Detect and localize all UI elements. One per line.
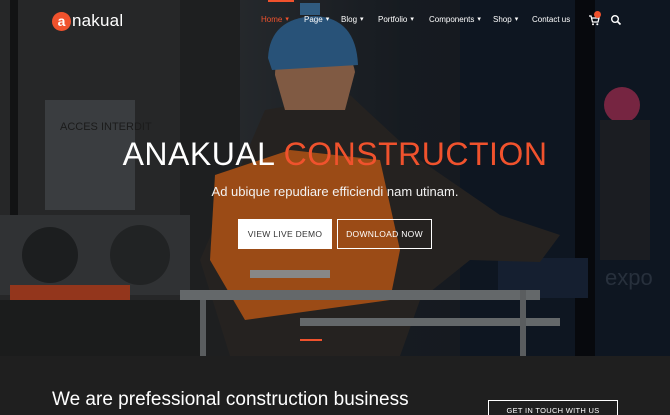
hero-section: ACCES INTERDIT expo a nakual Home ▾ Page…: [0, 0, 670, 356]
get-in-touch-button[interactable]: GET IN TOUCH WITH US: [488, 400, 618, 415]
nav-item-page[interactable]: Page ▾: [304, 15, 329, 24]
nav-item-portfolio[interactable]: Portfolio ▾: [378, 15, 414, 24]
promo-heading: We are prefessional construction busines…: [52, 389, 409, 410]
chevron-down-icon: ▾: [410, 16, 414, 23]
chevron-down-icon: ▾: [477, 16, 481, 23]
nav-item-label: Contact us: [532, 15, 571, 24]
chevron-down-icon: ▾: [285, 16, 289, 23]
nav-item-components[interactable]: Components ▾: [429, 15, 481, 24]
top-navigation: a nakual Home ▾ Page ▾ Blog ▾ Portfolio …: [0, 0, 670, 42]
nav-item-blog[interactable]: Blog ▾: [341, 15, 364, 24]
hero-subtitle: Ad ubique repudiare efficiendi nam utina…: [211, 184, 459, 199]
hero-title-accent: CONSTRUCTION: [283, 136, 548, 172]
nav-item-label: Components: [429, 15, 475, 24]
chevron-down-icon: ▾: [360, 16, 364, 23]
chevron-down-icon: ▾: [325, 16, 330, 23]
download-now-button[interactable]: DOWNLOAD NOW: [337, 219, 432, 249]
hero-title-main: ANAKUAL: [122, 136, 275, 172]
nav-item-label: Page: [304, 15, 323, 24]
cart-count-badge: [594, 11, 601, 18]
logo-text: nakual: [72, 11, 124, 30]
chevron-down-icon: ▾: [514, 16, 519, 23]
site-logo[interactable]: a nakual: [52, 10, 123, 32]
nav-item-label: Shop: [493, 15, 512, 24]
search-icon[interactable]: [610, 14, 622, 26]
nav-item-label: Blog: [341, 15, 358, 24]
logo-mark: a: [52, 11, 71, 31]
nav-item-label: Portfolio: [378, 15, 408, 24]
promo-section: We are prefessional construction busines…: [0, 356, 670, 415]
hero-overlay: [0, 0, 670, 356]
active-nav-indicator: [268, 0, 294, 2]
view-live-demo-button[interactable]: VIEW LIVE DEMO: [238, 219, 332, 249]
hero-title: ANAKUAL CONSTRUCTION: [0, 136, 670, 173]
slider-indicator[interactable]: [300, 339, 322, 341]
nav-item-contact-us[interactable]: Contact us: [532, 15, 570, 24]
nav-item-label: Home: [261, 15, 283, 24]
nav-item-shop[interactable]: Shop ▾: [493, 15, 518, 24]
nav-item-home[interactable]: Home ▾: [261, 15, 289, 24]
